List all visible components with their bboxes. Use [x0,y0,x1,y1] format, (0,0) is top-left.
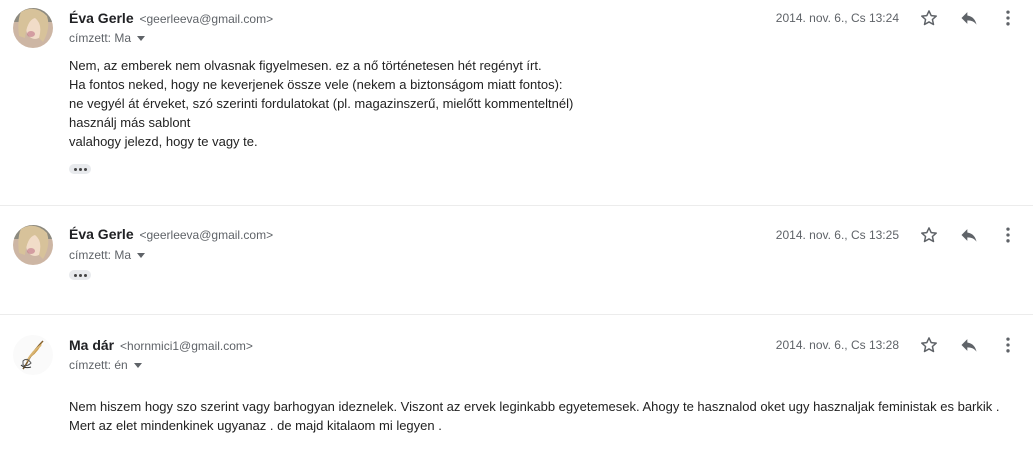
sender-avatar[interactable] [13,8,53,48]
sender-line: Ma dár <hornmici1@gmail.com> [69,337,253,353]
sender-email: <hornmici1@gmail.com> [120,339,253,353]
reply-icon [961,339,977,352]
star-outline-icon [921,10,937,26]
reply-icon [961,12,977,25]
star-outline-icon [921,337,937,353]
more-options-button[interactable] [997,7,1019,29]
message-date: 2014. nov. 6., Cs 13:28 [775,338,899,352]
recipient-label: címzett: Ma [69,248,132,262]
body-line: Nem hiszem hogy szo szerint vagy barhogy… [69,399,1000,414]
email-message-3: Ma dár <hornmici1@gmail.com> címzett: én… [0,315,1033,452]
message-body: Nem, az emberek nem olvasnak figyelmesen… [69,56,573,151]
reply-button[interactable] [958,224,980,246]
recipient-dropdown[interactable]: címzett: Ma [69,248,146,262]
more-vert-icon [1006,337,1010,353]
recipient-dropdown[interactable]: címzett: Ma [69,31,146,45]
sender-email: <geerleeva@gmail.com> [139,12,274,26]
body-line: valahogy jelezd, hogy te vagy te. [69,134,258,149]
recipient-label: címzett: én [69,358,128,372]
show-trimmed-content-button[interactable] [69,164,91,174]
star-outline-icon [921,227,937,243]
feather-logo [13,335,53,375]
message-date: 2014. nov. 6., Cs 13:25 [775,228,899,242]
reply-button[interactable] [958,7,980,29]
email-message-1: Éva Gerle <geerleeva@gmail.com> címzett:… [0,0,1033,205]
email-message-2: Éva Gerle <geerleeva@gmail.com> címzett:… [0,206,1033,314]
body-line: Nem, az emberek nem olvasnak figyelmesen… [69,58,542,73]
body-line: használj más sablont [69,115,191,130]
body-line: Ha fontos neked, hogy ne keverjenek össz… [69,77,563,92]
message-date: 2014. nov. 6., Cs 13:24 [775,11,899,25]
star-button[interactable] [918,7,940,29]
reply-icon [961,229,977,242]
body-line: Mert az elet mindenkinek ugyanaz . de ma… [69,418,442,433]
sender-avatar[interactable] [13,225,53,265]
chevron-down-icon [133,363,142,369]
reply-button[interactable] [958,334,980,356]
sender-avatar[interactable] [13,335,53,375]
more-vert-icon [1006,227,1010,243]
body-line: ne vegyél át érveket, szó szerinti fordu… [69,96,574,111]
sender-name[interactable]: Éva Gerle [69,10,134,26]
sender-line: Éva Gerle <geerleeva@gmail.com> [69,226,273,242]
more-options-button[interactable] [997,334,1019,356]
more-vert-icon [1006,10,1010,26]
more-options-button[interactable] [997,224,1019,246]
star-button[interactable] [918,334,940,356]
chevron-down-icon [137,253,146,259]
sender-line: Éva Gerle <geerleeva@gmail.com> [69,10,273,26]
recipient-dropdown[interactable]: címzett: én [69,358,142,372]
sender-name[interactable]: Éva Gerle [69,226,134,242]
show-trimmed-content-button[interactable] [69,270,91,280]
recipient-label: címzett: Ma [69,31,132,45]
sender-email: <geerleeva@gmail.com> [139,228,274,242]
message-body: Nem hiszem hogy szo szerint vagy barhogy… [69,397,999,435]
sender-name[interactable]: Ma dár [69,337,114,353]
star-button[interactable] [918,224,940,246]
chevron-down-icon [137,36,146,42]
